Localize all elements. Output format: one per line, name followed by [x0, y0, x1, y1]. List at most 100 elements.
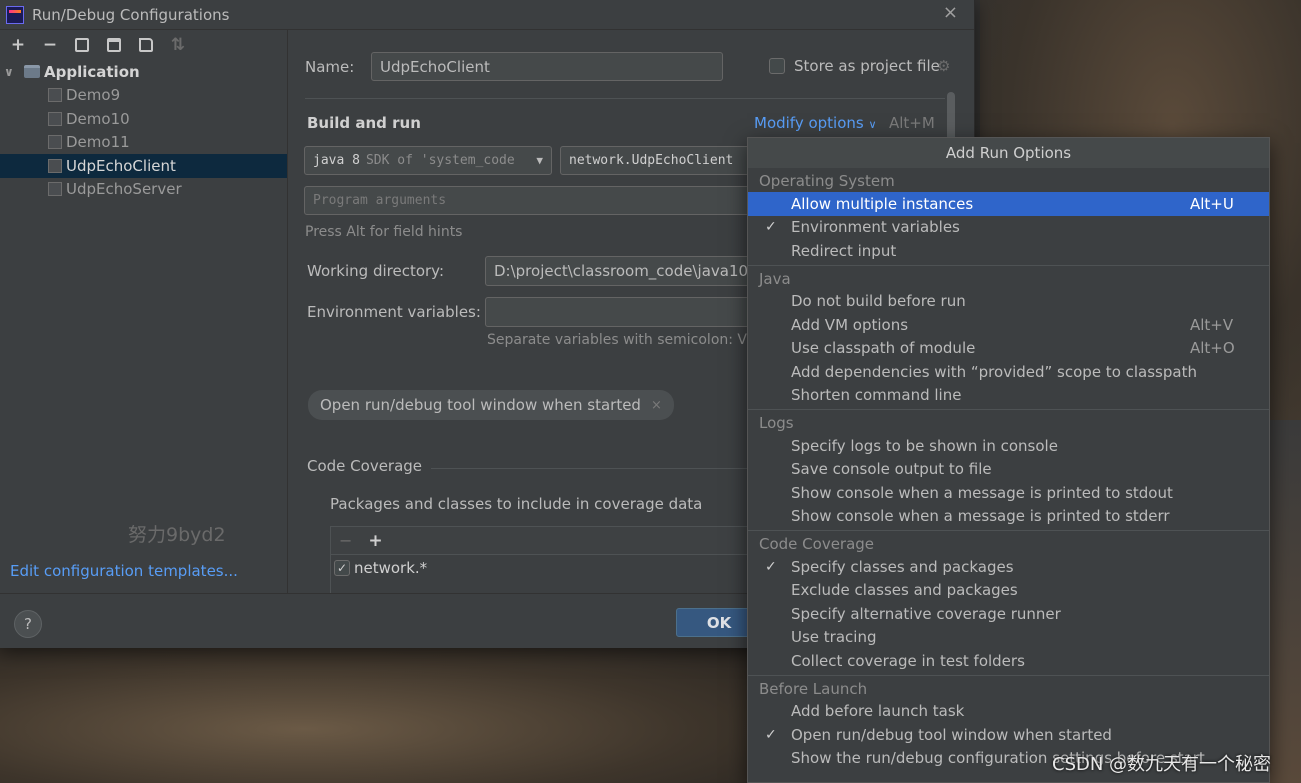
remove-icon[interactable]: − [339, 531, 352, 550]
code-coverage-title: Code Coverage [307, 457, 423, 475]
tree-item-demo9[interactable]: Demo9 [0, 84, 287, 108]
menu-item-label: Do not build before run [791, 292, 966, 311]
coverage-entry-checkbox[interactable]: ✓ [334, 560, 350, 576]
footer-watermark: CSDN @数九天有一个秘密 [1052, 754, 1272, 775]
group-title: Code Coverage [759, 535, 875, 553]
popup-menu-item[interactable]: Show console when a message is printed t… [748, 481, 1269, 505]
popup-title: Add Run Options [748, 138, 1269, 168]
popup-menu-item[interactable]: Specify alternative coverage runner [748, 602, 1269, 626]
popup-menu-item[interactable]: Collect coverage in test folders [748, 649, 1269, 673]
edit-templates-link[interactable]: Edit configuration templates... [10, 562, 238, 580]
working-directory-value: D:\project\classroom_code\java108 [494, 262, 758, 280]
configurations-panel: + − ⇅ ∨ Application Demo9 Demo10 Demo11 … [0, 30, 288, 593]
remove-icon[interactable]: − [36, 33, 64, 57]
divider [431, 468, 751, 469]
group-title: Before Launch [759, 679, 868, 698]
tree-item-label: UdpEchoClient [66, 156, 176, 175]
popup-list: Operating System Allow multiple instances… [748, 170, 1269, 770]
tree-toolbar: + − ⇅ [0, 30, 287, 60]
popup-menu-item[interactable]: Shorten command line [748, 384, 1269, 408]
add-run-options-popup: Add Run Options Operating System Allow mu… [747, 137, 1270, 783]
menu-item-label: Save console output to file [791, 460, 992, 479]
coverage-packages-label: Packages and classes to include in cover… [330, 495, 703, 513]
store-as-project-checkbox[interactable] [769, 58, 785, 74]
chip-label: Open run/debug tool window when started [320, 396, 641, 414]
open-tool-window-chip[interactable]: Open run/debug tool window when started … [308, 390, 674, 420]
coverage-entry-label: network.* [354, 559, 428, 577]
popup-menu-item[interactable]: Use classpath of module Alt+O [748, 337, 1269, 361]
tree-root-application[interactable]: ∨ Application [0, 60, 287, 84]
sdk-detail: SDK of 'system_code [365, 153, 515, 168]
close-icon[interactable]: × [943, 2, 958, 23]
popup-menu-item[interactable]: Do not build before run [748, 290, 1269, 314]
config-icon [48, 88, 62, 103]
sort-icon[interactable]: ⇅ [164, 33, 192, 57]
popup-menu-item[interactable]: Add dependencies with “provided” scope t… [748, 360, 1269, 384]
divider [305, 98, 945, 99]
name-field[interactable]: UdpEchoClient [371, 52, 723, 81]
tree-item-demo10[interactable]: Demo10 [0, 107, 287, 131]
popup-menu-item[interactable]: ✓ Open run/debug tool window when started [748, 723, 1269, 747]
menu-item-label: Environment variables [791, 218, 960, 237]
popup-menu-item[interactable]: Add VM options Alt+V [748, 313, 1269, 337]
chevron-down-icon[interactable]: ∨ [4, 65, 18, 79]
popup-menu-item[interactable]: Specify logs to be shown in console [748, 434, 1269, 458]
coverage-row[interactable]: ✓ network.* [331, 555, 749, 581]
env-vars-field[interactable] [485, 297, 760, 327]
copy-icon[interactable] [68, 33, 96, 57]
menu-item-label: Show console when a message is printed t… [791, 483, 1173, 502]
popup-menu-item[interactable]: Add before launch task [748, 700, 1269, 724]
tree-item-label: Demo10 [66, 109, 130, 128]
main-class-field[interactable]: network.UdpEchoClient [560, 146, 760, 175]
tree-root-label: Application [44, 62, 140, 81]
tree-item-demo11[interactable]: Demo11 [0, 131, 287, 155]
menu-item-label: Specify classes and packages [791, 557, 1014, 576]
background-image-region [0, 648, 760, 783]
main-class-value: network.UdpEchoClient [569, 153, 734, 168]
menu-item-label: Redirect input [791, 241, 897, 260]
working-directory-field[interactable]: D:\project\classroom_code\java108 [485, 256, 760, 286]
working-directory-label: Working directory: [307, 262, 445, 280]
sdk-selector[interactable]: java 8 SDK of 'system_code ▼ [304, 146, 552, 175]
add-icon[interactable]: + [4, 33, 32, 57]
name-field-value: UdpEchoClient [380, 57, 490, 76]
menu-item-label: Specify logs to be shown in console [791, 436, 1058, 455]
program-arguments-placeholder: Program arguments [313, 193, 447, 208]
add-icon[interactable]: + [368, 531, 382, 551]
chevron-down-icon: ∨ [868, 118, 877, 131]
menu-item-label: Collect coverage in test folders [791, 651, 1025, 670]
checkmark-icon: ✓ [765, 726, 777, 743]
save-icon[interactable] [100, 33, 128, 57]
background-image-region [1270, 420, 1301, 783]
new-folder-icon[interactable] [132, 33, 160, 57]
tree-item-udpechoclient[interactable]: UdpEchoClient [0, 154, 287, 178]
popup-menu-item[interactable]: Allow multiple instances Alt+U [748, 192, 1269, 216]
popup-menu-item[interactable]: ✓ Specify classes and packages [748, 555, 1269, 579]
menu-item-label: Allow multiple instances [791, 194, 974, 213]
popup-menu-item[interactable]: Redirect input [748, 239, 1269, 263]
popup-menu-item[interactable]: Exclude classes and packages [748, 579, 1269, 603]
config-icon [48, 158, 62, 173]
popup-menu-item[interactable]: Show console when a message is printed t… [748, 505, 1269, 529]
help-button[interactable]: ? [14, 610, 42, 638]
program-arguments-field[interactable]: Program arguments [304, 186, 760, 215]
popup-menu-item[interactable]: ✓ Environment variables [748, 216, 1269, 240]
watermark-text: 努力9byd2 [128, 524, 226, 546]
tree-item-udpechoserver[interactable]: UdpEchoServer [0, 178, 287, 202]
tree-item-label: UdpEchoServer [66, 180, 182, 199]
sdk-value: java 8 [313, 153, 360, 168]
tree-item-label: Demo9 [66, 86, 121, 105]
popup-menu-item[interactable]: Save console output to file [748, 458, 1269, 482]
dropdown-arrow-icon: ▼ [536, 154, 543, 167]
window-title: Run/Debug Configurations [32, 5, 230, 24]
env-vars-label: Environment variables: [307, 303, 481, 321]
popup-menu-item[interactable]: Use tracing [748, 626, 1269, 650]
group-divider [748, 409, 1269, 410]
chip-close-icon[interactable]: × [651, 398, 662, 413]
gear-icon[interactable]: ⚙ [937, 57, 950, 75]
modify-options-link[interactable]: Modify options ∨ [754, 114, 877, 132]
name-label: Name: [305, 58, 355, 76]
group-divider [748, 264, 1269, 266]
env-vars-hint: Separate variables with semicolon: V [487, 332, 747, 348]
build-run-title: Build and run [307, 114, 421, 132]
